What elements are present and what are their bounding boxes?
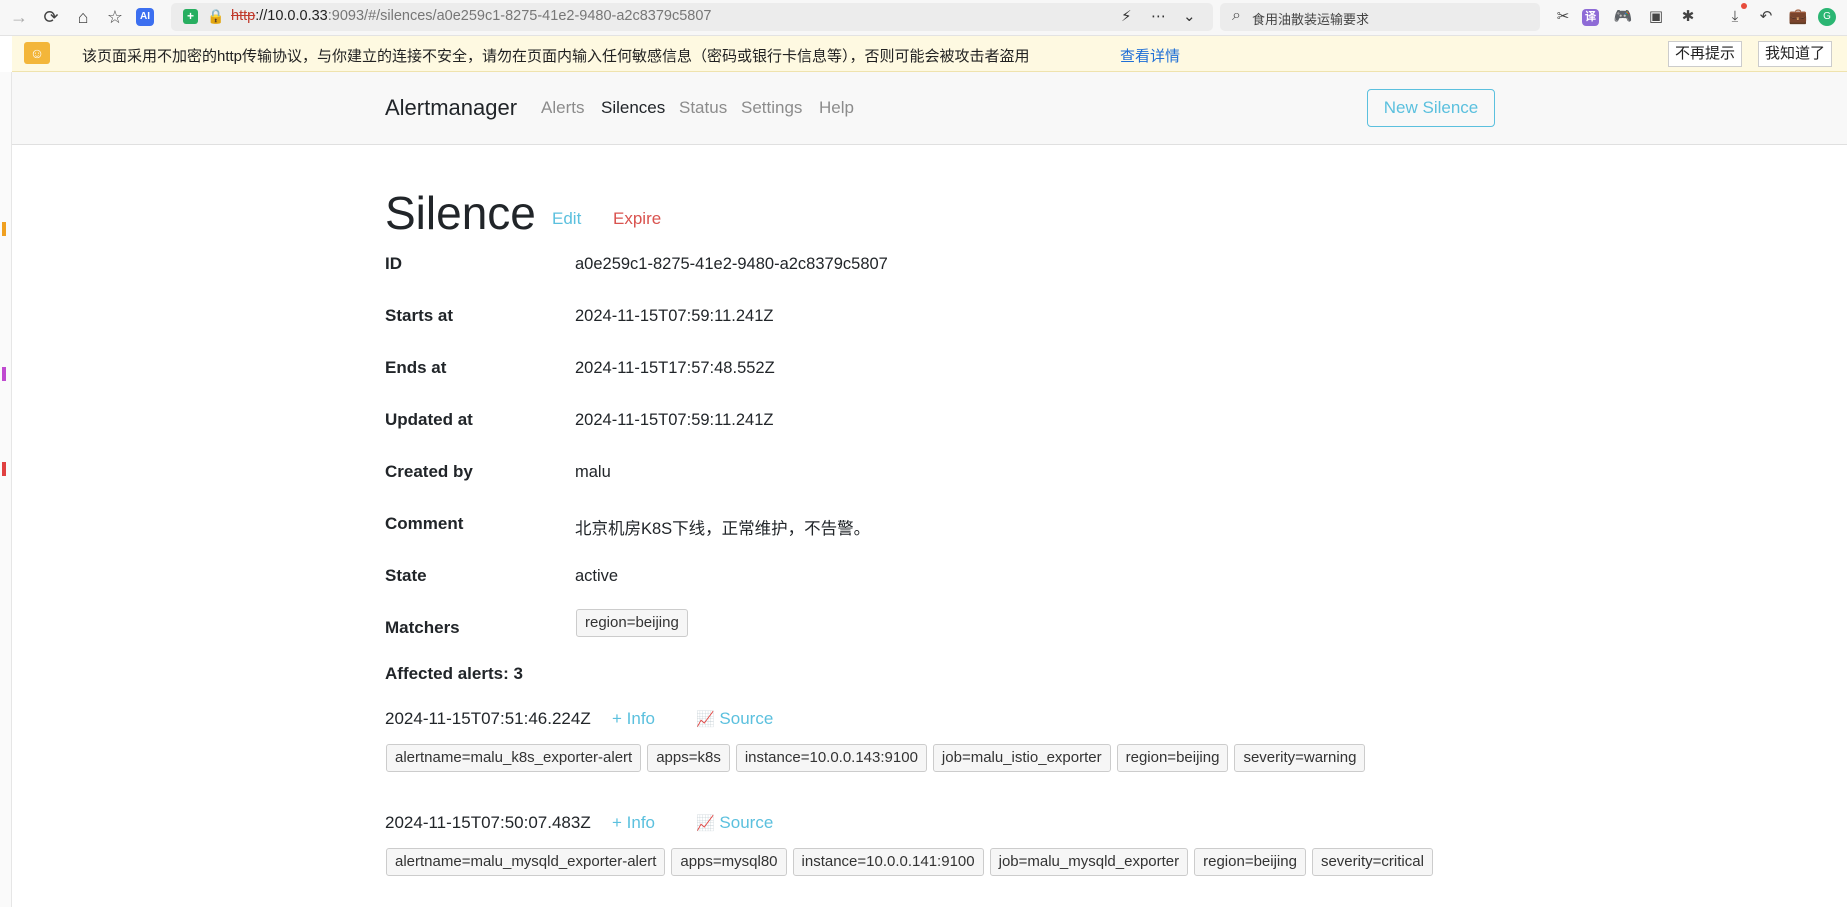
id-value: a0e259c1-8275-41e2-9480-a2c8379c5807 xyxy=(575,255,888,273)
brand-link[interactable]: Alertmanager xyxy=(385,95,517,121)
profile-icon[interactable]: G xyxy=(1818,8,1836,26)
forward-icon[interactable]: → xyxy=(8,6,30,28)
starts-at-value: 2024-11-15T07:59:11.241Z xyxy=(575,307,774,325)
nav-silences[interactable]: Silences xyxy=(601,98,665,118)
label-chip: job=malu_istio_exporter xyxy=(932,744,1111,772)
warning-folder-icon: ☺ xyxy=(24,42,50,64)
search-box[interactable]: ⌕ 食用油散装运输要求 xyxy=(1220,3,1540,31)
starts-at-label: Starts at xyxy=(385,306,454,325)
affected-alerts-heading: Affected alerts: 3 xyxy=(385,664,523,683)
undo-icon[interactable]: ↶ xyxy=(1755,6,1777,28)
nav-status[interactable]: Status xyxy=(679,98,727,118)
label-chip: alertname=malu_mysqld_exporter-alert xyxy=(386,848,666,876)
info-button[interactable]: + Info xyxy=(612,709,655,729)
lightning-icon[interactable]: ⚡ xyxy=(1121,7,1132,25)
more-icon[interactable]: ⋯ xyxy=(1151,7,1166,25)
chart-line-icon: 📈 xyxy=(696,815,715,832)
updated-at-value: 2024-11-15T07:59:11.241Z xyxy=(575,411,774,429)
page-title: Silence xyxy=(385,187,536,239)
briefcase-icon[interactable]: 💼 xyxy=(1787,6,1809,28)
label-chip: region=beijing xyxy=(1194,848,1306,876)
state-value: active xyxy=(575,567,619,585)
nav-settings[interactable]: Settings xyxy=(741,98,802,118)
matchers-label: Matchers xyxy=(385,618,460,637)
id-label: ID xyxy=(385,254,402,273)
url-protocol: http xyxy=(231,8,256,24)
chevron-down-icon[interactable]: ⌄ xyxy=(1183,7,1196,25)
got-it-button[interactable]: 我知道了 xyxy=(1758,41,1833,67)
alert-timestamp: 2024-11-15T07:50:07.483Z xyxy=(385,813,591,832)
source-label: Source xyxy=(719,813,774,832)
scissors-icon[interactable]: ✂ xyxy=(1552,6,1574,28)
edge-marker-icon xyxy=(2,462,6,476)
dont-remind-button[interactable]: 不再提示 xyxy=(1668,41,1743,67)
label-chip: alertname=malu_k8s_exporter-alert xyxy=(386,744,642,772)
source-label: Source xyxy=(719,709,774,728)
reload-icon[interactable]: ⟳ xyxy=(40,6,62,28)
download-icon[interactable]: ⤓ xyxy=(1724,6,1746,28)
info-button[interactable]: + Info xyxy=(612,813,655,833)
ai-icon[interactable]: AI xyxy=(136,8,154,26)
address-bar[interactable]: + 🔒 http://10.0.0.33:9093/#/silences/a0e… xyxy=(171,3,1213,31)
created-by-value: malu xyxy=(575,463,611,481)
label-chip: job=malu_mysqld_exporter xyxy=(989,848,1189,876)
new-silence-button[interactable]: New Silence xyxy=(1367,89,1495,127)
nav-alerts[interactable]: Alerts xyxy=(541,98,584,118)
search-icon: ⌕ xyxy=(1232,7,1241,24)
label-chip: apps=mysql80 xyxy=(671,848,787,876)
app-navbar: Alertmanager Alerts Silences Status Sett… xyxy=(12,72,1847,145)
translate-icon[interactable]: 译 xyxy=(1582,9,1599,26)
ends-at-value: 2024-11-15T17:57:48.552Z xyxy=(575,359,775,377)
url-host: ://10.0.0.33 xyxy=(255,8,328,24)
extensions-icon[interactable]: ✱ xyxy=(1677,6,1699,28)
expire-link[interactable]: Expire xyxy=(613,209,661,229)
shield-icon: + xyxy=(183,9,198,24)
updated-at-label: Updated at xyxy=(385,410,473,429)
alert-labels: alertname=malu_k8s_exporter-alert apps=k8… xyxy=(386,744,1371,772)
state-label: State xyxy=(385,566,427,585)
gamepad-icon[interactable]: 🎮 xyxy=(1612,6,1634,28)
nav-help[interactable]: Help xyxy=(819,98,854,118)
source-button[interactable]: 📈 Source xyxy=(696,709,773,729)
matchers-list: region=beijing xyxy=(576,609,694,637)
created-by-label: Created by xyxy=(385,462,473,481)
edge-marker-icon xyxy=(2,222,6,236)
chart-line-icon: 📈 xyxy=(696,711,715,728)
source-button[interactable]: 📈 Source xyxy=(696,813,773,833)
warning-text: 该页面采用不加密的http传输协议，与你建立的连接不安全，请勿在页面内输入任何敏… xyxy=(82,48,1030,65)
edit-link[interactable]: Edit xyxy=(552,209,581,229)
matcher-chip: region=beijing xyxy=(576,609,688,637)
url-path: :9093/#/silences/a0e259c1-8275-41e2-9480… xyxy=(327,8,712,24)
insecure-lock-icon[interactable]: 🔒 xyxy=(207,8,224,25)
alert-labels: alertname=malu_mysqld_exporter-alert apps… xyxy=(386,848,1439,876)
ends-at-label: Ends at xyxy=(385,358,447,377)
comment-label: Comment xyxy=(385,514,464,533)
favorites-icon[interactable]: ☆ xyxy=(104,6,126,28)
label-chip: instance=10.0.0.141:9100 xyxy=(792,848,984,876)
view-details-link[interactable]: 查看详情 xyxy=(1120,45,1180,66)
label-chip: region=beijing xyxy=(1116,744,1229,772)
label-chip: apps=k8s xyxy=(647,744,730,772)
label-chip: severity=critical xyxy=(1311,848,1433,876)
edge-marker-icon xyxy=(2,367,6,381)
home-icon[interactable]: ⌂ xyxy=(72,6,94,28)
label-chip: instance=10.0.0.143:9100 xyxy=(735,744,927,772)
url-text[interactable]: http://10.0.0.33:9093/#/silences/a0e259c… xyxy=(231,8,712,24)
search-text[interactable]: 食用油散装运输要求 xyxy=(1252,9,1369,28)
alert-timestamp: 2024-11-15T07:51:46.224Z xyxy=(385,709,591,728)
notification-dot-icon xyxy=(1741,3,1747,9)
side-panel-edge xyxy=(0,72,12,907)
insecure-warning-bar: ☺ 该页面采用不加密的http传输协议，与你建立的连接不安全，请勿在页面内输入任… xyxy=(12,36,1847,72)
label-chip: severity=warning xyxy=(1234,744,1366,772)
browser-toolbar: → ⟳ ⌂ ☆ AI + 🔒 http://10.0.0.33:9093/#/s… xyxy=(0,0,1847,36)
screenshot-icon[interactable]: ▣ xyxy=(1645,6,1667,28)
comment-value: 北京机房K8S下线，正常维护，不告警。 xyxy=(575,520,871,538)
